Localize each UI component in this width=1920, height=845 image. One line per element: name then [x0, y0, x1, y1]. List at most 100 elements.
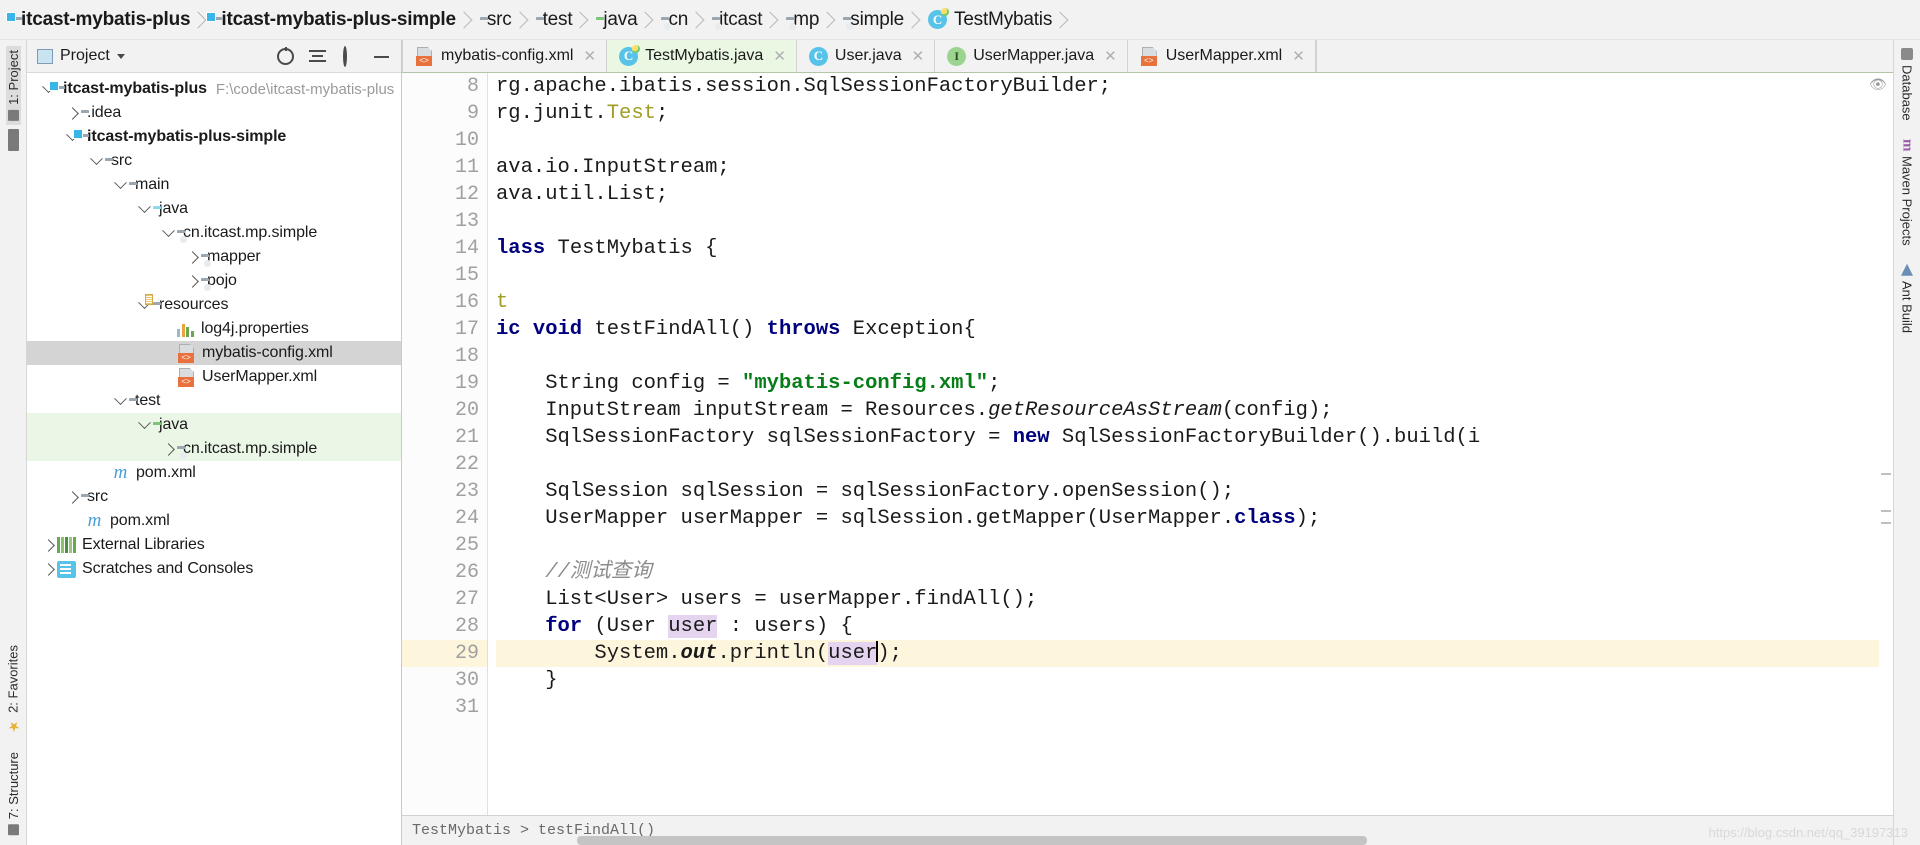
- close-icon[interactable]: ✕: [773, 49, 786, 64]
- editor-tab-usermapper-xml[interactable]: UserMapper.xml ✕: [1128, 40, 1316, 72]
- tree-item-mybatis-config-xml[interactable]: mybatis-config.xml: [27, 341, 401, 365]
- chevron-right-icon[interactable]: [183, 272, 201, 290]
- tree-item-main[interactable]: main: [27, 173, 401, 197]
- breadcrumb-label: test: [542, 8, 573, 30]
- breadcrumb-item-itcast-mybatis-plus[interactable]: itcast-mybatis-plus: [6, 1, 206, 39]
- chevron-down-icon[interactable]: [135, 416, 153, 434]
- tool-window-button-maven-projects[interactable]: m Maven Projects: [1899, 139, 1916, 246]
- tree-item-idea[interactable]: .idea: [27, 101, 401, 125]
- tree-item-src-main[interactable]: src: [27, 149, 401, 173]
- tree-item-package-pojo[interactable]: pojo: [27, 269, 401, 293]
- breadcrumb-item-itcast[interactable]: itcast: [704, 1, 778, 39]
- tool-window-label: 1: Project: [5, 50, 21, 105]
- tree-item-test-package-cn-itcast-mp-simple[interactable]: cn.itcast.mp.simple: [27, 437, 401, 461]
- line-number: 25: [454, 534, 479, 557]
- gear-icon[interactable]: [341, 45, 358, 67]
- chevron-right-icon[interactable]: [39, 560, 57, 578]
- chevron-right-icon[interactable]: [159, 440, 177, 458]
- tree-item-test[interactable]: test: [27, 389, 401, 413]
- breadcrumb-item-cn[interactable]: cn: [653, 1, 704, 39]
- tree-item-label: cn.itcast.mp.simple: [183, 224, 318, 241]
- breadcrumb-item-test[interactable]: test: [528, 1, 589, 39]
- editor-tab-testmybatis-java[interactable]: C TestMybatis.java ✕: [607, 40, 797, 72]
- chevron-down-icon[interactable]: [159, 224, 177, 242]
- tree-item-label: main: [135, 176, 170, 193]
- keyword-token: lass: [496, 237, 546, 260]
- close-icon[interactable]: ✕: [912, 49, 925, 64]
- line-number: 23: [454, 480, 479, 503]
- scrollbar-thumb[interactable]: [577, 836, 1367, 845]
- tool-window-label: 7: Structure: [5, 751, 21, 819]
- tree-item-usermapper-xml[interactable]: UserMapper.xml: [27, 365, 401, 389]
- code-editor[interactable]: 8 9 10 11 12 13 14 ⏩ 15 16: [402, 73, 1893, 815]
- breadcrumb-item-java[interactable]: java: [588, 1, 653, 39]
- editor-tab-user-java[interactable]: C User.java ✕: [797, 40, 936, 72]
- tool-window-button-database[interactable]: Database: [1900, 48, 1915, 121]
- line-number: 10: [454, 129, 479, 152]
- scratches-icon: [57, 560, 76, 578]
- left-tool-window-strip: 1: Project ★ 2: Favorites 7: Structure: [0, 40, 27, 845]
- close-icon[interactable]: ✕: [1292, 49, 1305, 64]
- tree-item-package-cn-itcast-mp-simple[interactable]: cn.itcast.mp.simple: [27, 221, 401, 245]
- breadcrumb-item-mp[interactable]: mp: [778, 1, 835, 39]
- chevron-right-icon[interactable]: [39, 536, 57, 554]
- tool-window-button-structure[interactable]: 7: Structure: [6, 748, 21, 839]
- tree-item-itcast-mybatis-plus-simple[interactable]: itcast-mybatis-plus-simple: [27, 125, 401, 149]
- code-text-area[interactable]: rg.apache.ibatis.session.SqlSessionFacto…: [488, 73, 1879, 815]
- editor-tab-mybatis-config-xml[interactable]: mybatis-config.xml ✕: [402, 40, 608, 72]
- breadcrumb-item-testmybatis[interactable]: C TestMybatis: [920, 1, 1068, 39]
- tree-item-resources[interactable]: resources: [27, 293, 401, 317]
- tree-item-scratches-and-consoles[interactable]: Scratches and Consoles: [27, 557, 401, 581]
- right-tool-window-strip: Database m Maven Projects Ant Build: [1893, 40, 1920, 845]
- breadcrumb-item-src[interactable]: src: [472, 1, 528, 39]
- tree-item-module-pom-xml[interactable]: m pom.xml: [27, 461, 401, 485]
- collapse-all-icon[interactable]: [309, 48, 326, 65]
- editor-tab-usermapper-java[interactable]: I UserMapper.java ✕: [935, 40, 1128, 72]
- tree-item-log4j-properties[interactable]: log4j.properties: [27, 317, 401, 341]
- code-line: SqlSession sqlSession = sqlSessionFactor…: [496, 480, 1235, 503]
- tree-item-itcast-mybatis-plus[interactable]: itcast-mybatis-plus F:\code\itcast-mybat…: [27, 77, 401, 101]
- tree-item-external-libraries[interactable]: External Libraries: [27, 533, 401, 557]
- tree-item-package-mapper[interactable]: mapper: [27, 245, 401, 269]
- tree-item-label: itcast-mybatis-plus: [63, 80, 207, 97]
- breadcrumb-item-itcast-mybatis-plus-simple[interactable]: itcast-mybatis-plus-simple: [206, 1, 471, 39]
- inspections-eye-icon[interactable]: 👁: [1869, 77, 1887, 91]
- tree-item-main-java[interactable]: java: [27, 197, 401, 221]
- keyword-token: for: [545, 615, 583, 638]
- tool-window-button-ant-build[interactable]: Ant Build: [1900, 263, 1915, 333]
- locate-icon[interactable]: [277, 47, 294, 65]
- project-tree[interactable]: itcast-mybatis-plus F:\code\itcast-mybat…: [27, 73, 401, 845]
- chevron-down-icon[interactable]: [111, 176, 129, 194]
- line-number: 28: [454, 615, 479, 638]
- chevron-down-icon[interactable]: [87, 152, 105, 170]
- structure-icon: [7, 824, 19, 835]
- line-number-gutter[interactable]: 8 9 10 11 12 13 14 ⏩ 15 16: [402, 73, 518, 815]
- tree-item-root-src[interactable]: src: [27, 485, 401, 509]
- editor-marker-column[interactable]: 👁: [1869, 73, 1893, 815]
- chevron-down-icon[interactable]: [116, 53, 125, 59]
- breadcrumb-item-simple[interactable]: simple: [835, 1, 920, 39]
- chevron-right-icon[interactable]: [63, 104, 81, 122]
- code-line: rg.junit.Test;: [496, 102, 669, 125]
- tool-window-button-project[interactable]: 1: Project: [5, 46, 21, 125]
- editor-tab-label: mybatis-config.xml: [441, 47, 574, 64]
- highlighted-identifier: user: [668, 615, 718, 638]
- line-number: 27: [454, 588, 479, 611]
- code-line: ic void testFindAll() throws Exception{: [496, 318, 976, 341]
- editor-tab-label: TestMybatis.java: [645, 47, 764, 64]
- chevron-right-icon[interactable]: [63, 488, 81, 506]
- chevron-down-icon[interactable]: [135, 200, 153, 218]
- tool-window-button-favorites[interactable]: ★ 2: Favorites: [5, 641, 21, 738]
- close-icon[interactable]: ✕: [1104, 49, 1117, 64]
- horizontal-scrollbar[interactable]: [402, 836, 1893, 845]
- tree-item-test-java[interactable]: java: [27, 413, 401, 437]
- tree-item-root-pom-xml[interactable]: m pom.xml: [27, 509, 401, 533]
- line-number: 26: [454, 561, 479, 584]
- chevron-right-icon[interactable]: [183, 248, 201, 266]
- minimize-icon[interactable]: [373, 48, 390, 65]
- close-icon[interactable]: ✕: [583, 49, 596, 64]
- chevron-down-icon[interactable]: [111, 392, 129, 410]
- code-line: rg.apache.ibatis.session.SqlSessionFacto…: [496, 75, 1112, 98]
